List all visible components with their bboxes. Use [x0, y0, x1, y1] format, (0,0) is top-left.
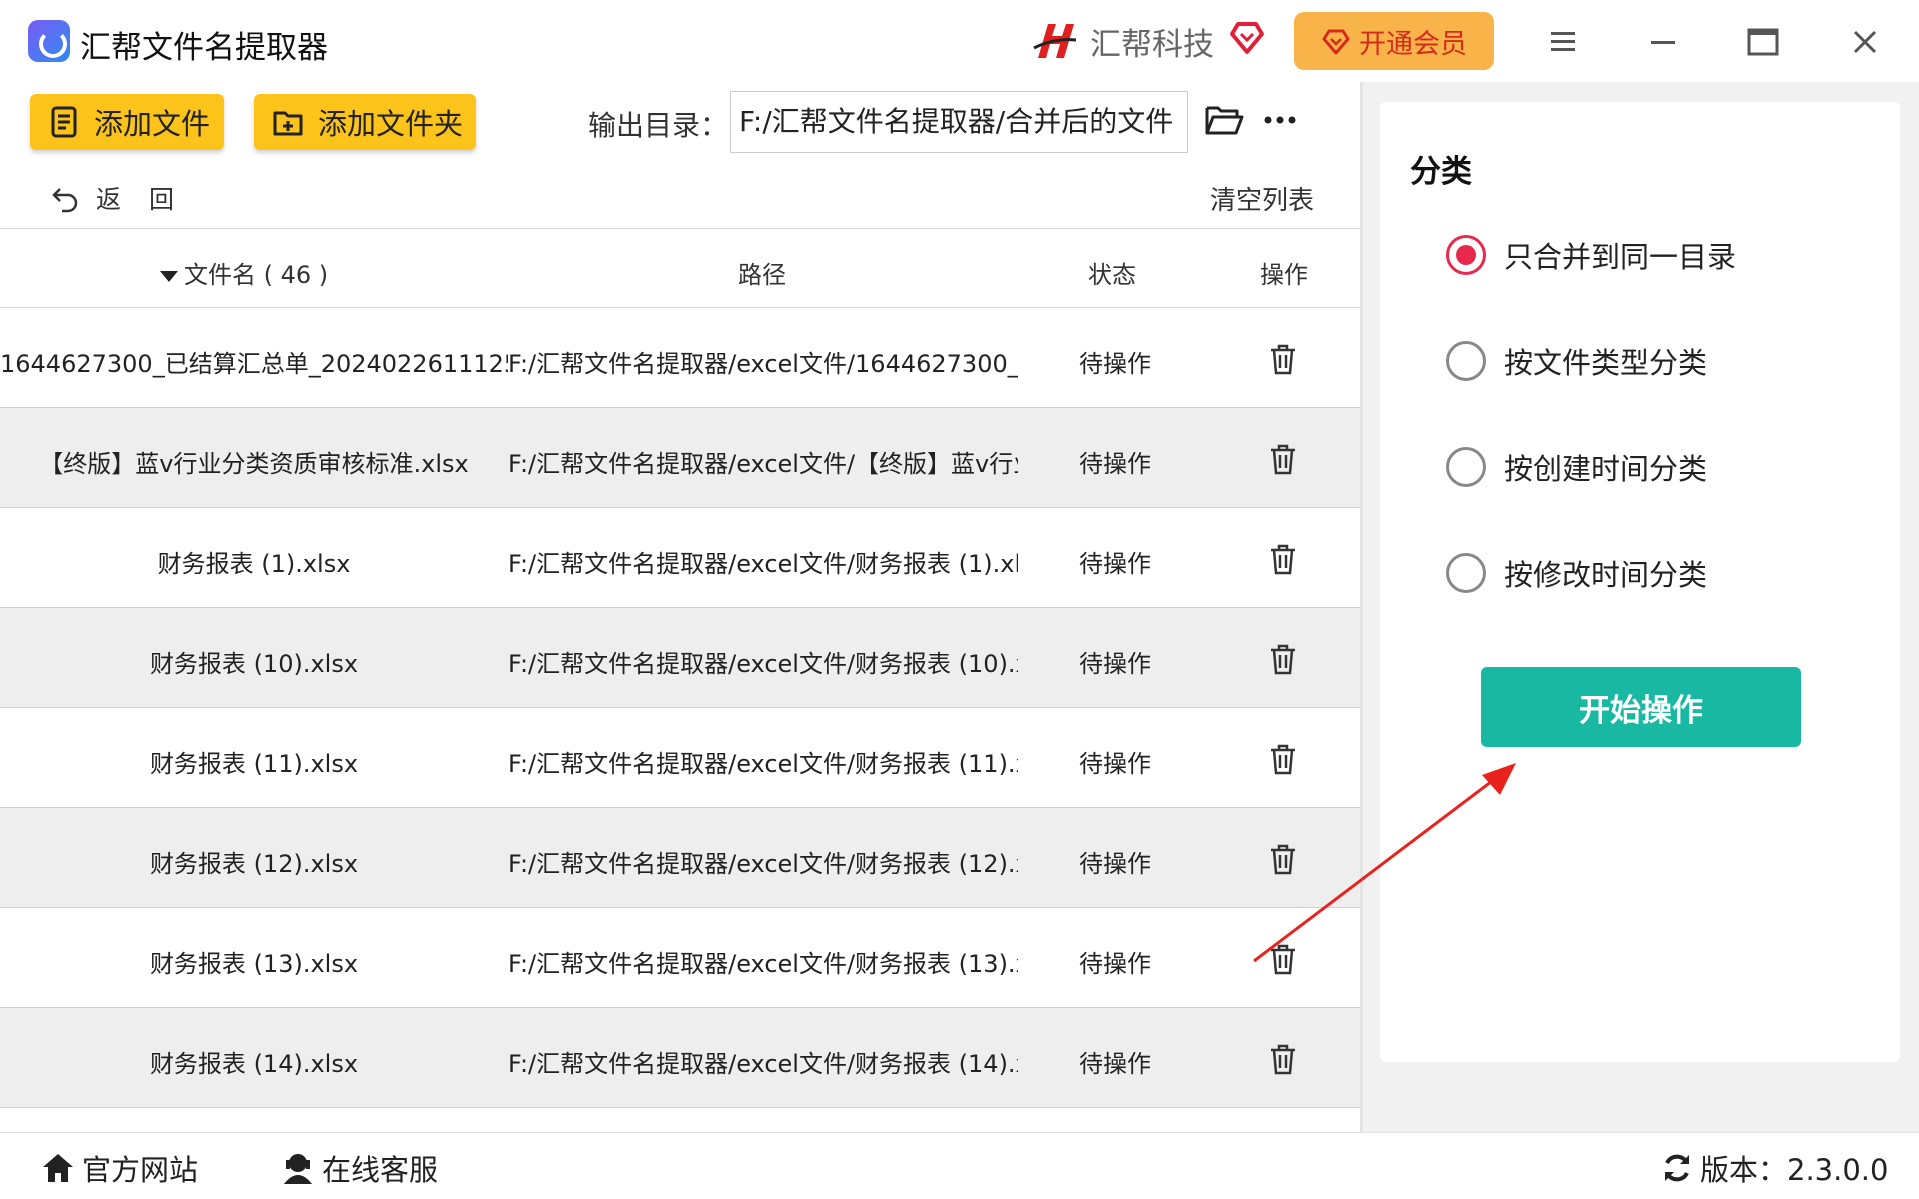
file-name-cell: 财务报表 (13).xlsx: [149, 950, 359, 978]
brand-logo-icon: [1033, 24, 1077, 58]
file-name-cell: 财务报表 (10).xlsx: [149, 650, 359, 678]
table-row[interactable]: 财务报表 (1).xlsx F:/汇帮文件名提取器/excel文件/财务报表 (1…: [0, 508, 1360, 608]
back-button[interactable]: 返回: [50, 182, 202, 214]
headset-icon: [284, 1154, 312, 1184]
file-name-cell: 财务报表 (12).xlsx: [149, 850, 359, 878]
table-row[interactable]: 财务报表 (10).xlsx F:/汇帮文件名提取器/excel文件/财务报表 (…: [0, 608, 1360, 708]
maximize-icon[interactable]: [1743, 22, 1783, 62]
status-cell: 待操作: [1079, 750, 1151, 778]
table-row[interactable]: 财务报表 (11).xlsx F:/汇帮文件名提取器/excel文件/财务报表 (…: [0, 708, 1360, 808]
trash-icon[interactable]: [1268, 542, 1298, 576]
header-name[interactable]: 文件名 ( 46 ): [160, 255, 328, 290]
clear-list-button[interactable]: 清空列表: [1210, 180, 1314, 217]
option-by-modified[interactable]: 按修改时间分类: [1446, 552, 1707, 594]
footer: 官方网站 在线客服 版本：2.3.0.0: [0, 1132, 1919, 1199]
file-name-cell: 财务报表 (1).xlsx: [157, 550, 351, 578]
output-dir-label: 输出目录：: [588, 109, 729, 142]
table-row[interactable]: 财务报表 (12).xlsx F:/汇帮文件名提取器/excel文件/财务报表 (…: [0, 808, 1360, 908]
table-row[interactable]: 财务报表 (13).xlsx F:/汇帮文件名提取器/excel文件/财务报表 (…: [0, 908, 1360, 1008]
trash-icon[interactable]: [1268, 342, 1298, 376]
file-name-cell: 【终版】蓝v行业分类资质审核标准.xlsx: [39, 450, 469, 478]
option-by-created[interactable]: 按创建时间分类: [1446, 446, 1707, 488]
option-label: 只合并到同一目录: [1504, 240, 1737, 274]
radio-button[interactable]: [1446, 341, 1486, 381]
trash-icon[interactable]: [1268, 1042, 1298, 1076]
brand-name: 汇帮科技: [1090, 26, 1214, 63]
file-path-cell: F:/汇帮文件名提取器/excel文件/财务报表 (10).xlsx: [508, 650, 1018, 678]
online-support-link[interactable]: 在线客服: [280, 1147, 438, 1189]
file-path-cell: F:/汇帮文件名提取器/excel文件/财务报表 (13).xlsx: [508, 950, 1018, 978]
header-status: 状态: [1088, 261, 1136, 289]
vip-button[interactable]: 开通会员: [1294, 12, 1494, 70]
app-title: 汇帮文件名提取器: [80, 30, 328, 66]
start-button[interactable]: 开始操作: [1481, 667, 1801, 747]
status-cell: 待操作: [1079, 850, 1151, 878]
add-file-button[interactable]: 添加文件: [30, 94, 224, 150]
annotation-arrow: [1253, 763, 1516, 963]
option-label: 按文件类型分类: [1504, 346, 1708, 380]
radio-button[interactable]: [1446, 447, 1486, 487]
home-icon: [43, 1154, 73, 1182]
status-cell: 待操作: [1079, 650, 1151, 678]
sort-down-icon: [160, 270, 178, 282]
add-folder-icon: [273, 111, 303, 136]
table-header: 文件名 ( 46 ) 路径 状态 操作: [0, 228, 1360, 308]
status-cell: 待操作: [1079, 1050, 1151, 1078]
status-cell: 待操作: [1079, 950, 1151, 978]
back-arrow-icon: [52, 188, 78, 213]
radio-button[interactable]: [1446, 235, 1486, 275]
status-cell: 待操作: [1079, 450, 1151, 478]
vip-label: 开通会员: [1359, 28, 1467, 60]
file-path-cell: F:/汇帮文件名提取器/excel文件/财务报表 (12).xlsx: [508, 850, 1018, 878]
file-table: 文件名 ( 46 ) 路径 状态 操作 1644627300_已结算汇总单_20…: [0, 228, 1360, 1108]
header-name-label: 文件名 ( 46 ): [184, 261, 329, 289]
add-folder-label: 添加文件夹: [318, 107, 464, 141]
version-info: 版本：2.3.0.0: [1660, 1147, 1888, 1189]
diamond-heart-icon[interactable]: [1228, 18, 1266, 56]
file-path-cell: F:/汇帮文件名提取器/excel文件/【终版】蓝v行业分类资质审核标准.xls…: [508, 450, 1018, 478]
back-label: 返回: [96, 185, 203, 214]
minimize-icon[interactable]: [1643, 22, 1683, 62]
app-logo-icon: [28, 20, 70, 62]
add-file-label: 添加文件: [94, 107, 211, 141]
header-action: 操作: [1260, 261, 1308, 289]
more-icon[interactable]: [1260, 108, 1300, 132]
official-site-link[interactable]: 官方网站: [40, 1147, 198, 1189]
option-same-dir[interactable]: 只合并到同一目录: [1446, 234, 1736, 276]
output-dir-field[interactable]: F:/汇帮文件名提取器/合并后的文件: [730, 91, 1188, 153]
header-path: 路径: [738, 261, 786, 289]
file-path-cell: F:/汇帮文件名提取器/excel文件/财务报表 (11).xlsx: [508, 750, 1018, 778]
status-cell: 待操作: [1079, 350, 1151, 378]
option-by-type[interactable]: 按文件类型分类: [1446, 340, 1707, 382]
version-label: 版本：2.3.0.0: [1700, 1153, 1889, 1187]
file-path-cell: F:/汇帮文件名提取器/excel文件/财务报表 (1).xlsx: [508, 550, 1018, 578]
option-label: 按修改时间分类: [1504, 558, 1708, 592]
table-row[interactable]: 1644627300_已结算汇总单_20240226111259.xlsxF:/…: [0, 308, 1360, 408]
add-file-icon: [51, 106, 77, 138]
online-support-label: 在线客服: [322, 1153, 439, 1187]
file-name-cell: 财务报表 (11).xlsx: [149, 750, 359, 778]
close-icon[interactable]: [1845, 22, 1885, 62]
status-cell: 待操作: [1079, 550, 1151, 578]
option-label: 按创建时间分类: [1504, 452, 1708, 486]
file-path-cell: F:/汇帮文件名提取器/excel文件/1644627300_已结算汇总单_20…: [508, 350, 1018, 378]
menu-icon[interactable]: [1543, 22, 1583, 62]
table-row[interactable]: 财务报表 (14).xlsx F:/汇帮文件名提取器/excel文件/财务报表 (…: [0, 1008, 1360, 1108]
panel-title: 分类: [1410, 154, 1472, 190]
brand: 汇帮科技: [1030, 18, 1214, 64]
add-folder-button[interactable]: 添加文件夹: [254, 94, 476, 150]
file-name-cell: 财务报表 (14).xlsx: [149, 1050, 359, 1078]
file-name-cell: 1644627300_已结算汇总单_20240226111259.xlsx: [0, 350, 508, 378]
file-path-cell: F:/汇帮文件名提取器/excel文件/财务报表 (14).xlsx: [508, 1050, 1018, 1078]
radio-button[interactable]: [1446, 553, 1486, 593]
folder-open-icon[interactable]: [1204, 102, 1244, 138]
vip-heart-icon: [1322, 29, 1350, 55]
title-bar: 汇帮文件名提取器 汇帮科技 开通会员: [0, 0, 1919, 82]
trash-icon[interactable]: [1268, 642, 1298, 676]
table-row[interactable]: 【终版】蓝v行业分类资质审核标准.xlsx F:/汇帮文件名提取器/excel文件…: [0, 408, 1360, 508]
trash-icon[interactable]: [1268, 442, 1298, 476]
official-site-label: 官方网站: [82, 1153, 199, 1187]
refresh-icon[interactable]: [1660, 1151, 1694, 1185]
